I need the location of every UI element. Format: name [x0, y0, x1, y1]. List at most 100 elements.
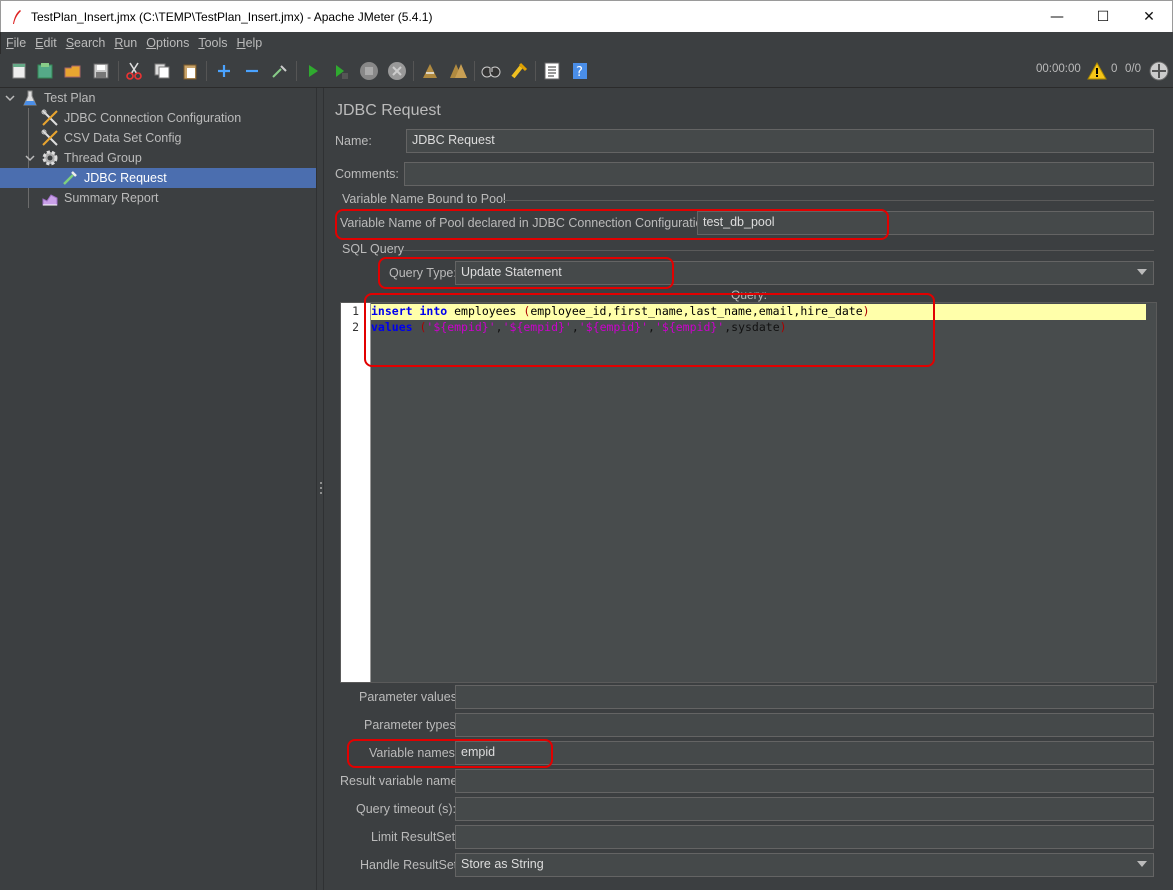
- tree-item-jdbc-request[interactable]: JDBC Request: [0, 168, 316, 188]
- parameter-types-field[interactable]: [455, 713, 1154, 737]
- name-label: Name:: [335, 134, 372, 148]
- splitter-grip-icon: [319, 481, 322, 495]
- chevron-down-icon: [1137, 861, 1147, 867]
- elapsed-time: 00:00:00: [1036, 63, 1081, 75]
- menu-run[interactable]: Run: [109, 36, 141, 50]
- tree-item-csv-data-set-config[interactable]: CSV Data Set Config: [0, 128, 316, 148]
- variable-names-label: Variable names:: [369, 746, 459, 760]
- tree-item-summary-report[interactable]: Summary Report: [0, 188, 316, 208]
- tree-item-jdbc-connection-configuration[interactable]: JDBC Connection Configuration: [0, 108, 316, 128]
- jdbc-request-panel: JDBC Request Name: JDBC Request Comments…: [325, 88, 1173, 890]
- query-type-value: Update Statement: [461, 265, 562, 279]
- code-line-2: values ('${empid}','${empid}','${empid}'…: [371, 320, 787, 334]
- query-type-label: Query Type:: [389, 266, 457, 280]
- tree-item-label: JDBC Connection Configuration: [64, 111, 242, 125]
- split-pane-divider[interactable]: [316, 88, 324, 890]
- collapse-all-icon[interactable]: [240, 59, 264, 83]
- start-no-pauses-icon[interactable]: [329, 59, 353, 83]
- name-field[interactable]: JDBC Request: [406, 129, 1154, 153]
- menu-search[interactable]: Search: [61, 36, 110, 50]
- window-title-bar: TestPlan_Insert.jmx (C:\TEMP\TestPlan_In…: [0, 0, 1173, 32]
- expand-all-icon[interactable]: [212, 59, 236, 83]
- chevron-down-icon: [1137, 269, 1147, 275]
- variable-names-field[interactable]: empid: [455, 741, 1154, 765]
- toggle-icon[interactable]: [268, 59, 292, 83]
- start-icon[interactable]: [301, 59, 325, 83]
- tree-item-label: CSV Data Set Config: [64, 131, 182, 145]
- chevron-down-icon[interactable]: [24, 152, 36, 164]
- wrench-icon: [41, 109, 59, 127]
- error-count: 0: [1111, 63, 1118, 75]
- handle-resultset-value: Store as String: [461, 857, 544, 871]
- search-icon[interactable]: [479, 59, 503, 83]
- sql-query-group-title: SQL Query: [342, 242, 405, 256]
- help-icon[interactable]: ?: [568, 59, 592, 83]
- maximize-button[interactable]: ☐: [1080, 1, 1126, 32]
- remote-status-icon[interactable]: [1147, 59, 1171, 83]
- flask-icon: [21, 89, 39, 107]
- jmeter-feather-icon: [9, 9, 25, 25]
- query-label: Query:: [731, 288, 768, 302]
- clear-all-icon[interactable]: [446, 59, 470, 83]
- window-title: TestPlan_Insert.jmx (C:\TEMP\TestPlan_In…: [31, 9, 433, 24]
- menu-bar: File Edit Search Run Options Tools Help: [0, 32, 1173, 54]
- query-timeout-label: Query timeout (s):: [356, 802, 457, 816]
- shutdown-icon[interactable]: [385, 59, 409, 83]
- tree-item-label: Test Plan: [44, 91, 96, 105]
- pool-group-title: Variable Name Bound to Pool: [342, 192, 506, 206]
- tree-item-thread-group[interactable]: Thread Group: [0, 148, 316, 168]
- query-timeout-field[interactable]: [455, 797, 1154, 821]
- svg-text:?: ?: [576, 65, 583, 80]
- pipette-icon: [61, 169, 79, 187]
- stop-icon[interactable]: [357, 59, 381, 83]
- comments-field[interactable]: [404, 162, 1154, 186]
- reset-search-icon[interactable]: [507, 59, 531, 83]
- result-variable-name-field[interactable]: [455, 769, 1154, 793]
- limit-resultset-field[interactable]: [455, 825, 1154, 849]
- menu-options[interactable]: Options: [141, 36, 193, 50]
- menu-tools[interactable]: Tools: [193, 36, 231, 50]
- chevron-down-icon[interactable]: [4, 92, 16, 104]
- result-variable-name-label: Result variable name:: [340, 774, 461, 788]
- page-title: JDBC Request: [335, 102, 441, 119]
- open-icon[interactable]: [61, 59, 85, 83]
- handle-resultset-label: Handle ResultSet:: [360, 858, 461, 872]
- close-button[interactable]: ✕: [1126, 1, 1172, 32]
- parameter-types-label: Parameter types:: [364, 718, 460, 732]
- pool-variable-field[interactable]: test_db_pool: [697, 211, 1154, 235]
- warning-icon[interactable]: [1085, 59, 1109, 83]
- new-icon[interactable]: [7, 59, 31, 83]
- line-number-gutter: 1 2: [341, 303, 371, 682]
- sql-query-editor[interactable]: 1 2 insert into employees (employee_id,f…: [340, 302, 1157, 683]
- tree-item-test-plan[interactable]: Test Plan: [0, 88, 316, 108]
- toolbar: ? 00:00:00 0 0/0: [0, 54, 1173, 88]
- active-threads: 0/0: [1125, 63, 1141, 75]
- menu-help[interactable]: Help: [232, 36, 267, 50]
- paste-icon[interactable]: [178, 59, 202, 83]
- tree-item-label: JDBC Request: [84, 171, 167, 185]
- pool-variable-label: Variable Name of Pool declared in JDBC C…: [340, 216, 713, 230]
- gear-icon: [41, 149, 59, 167]
- function-helper-icon[interactable]: [540, 59, 564, 83]
- menu-file[interactable]: File: [1, 36, 30, 50]
- chart-icon: [41, 189, 59, 207]
- test-plan-tree: Test Plan JDBC Connection Configuration …: [0, 88, 316, 890]
- line-number: 1: [352, 304, 359, 318]
- parameter-values-label: Parameter values:: [359, 690, 461, 704]
- clear-icon[interactable]: [418, 59, 442, 83]
- tree-item-label: Summary Report: [64, 191, 159, 205]
- save-icon[interactable]: [89, 59, 113, 83]
- tree-item-label: Thread Group: [64, 151, 142, 165]
- templates-icon[interactable]: [33, 59, 57, 83]
- menu-edit[interactable]: Edit: [30, 36, 61, 50]
- cut-icon[interactable]: [122, 59, 146, 83]
- wrench-icon: [41, 129, 59, 147]
- parameter-values-field[interactable]: [455, 685, 1154, 709]
- minimize-button[interactable]: —: [1034, 1, 1080, 32]
- code-line-1: insert into employees (employee_id,first…: [371, 304, 1148, 320]
- copy-icon[interactable]: [150, 59, 174, 83]
- query-type-select[interactable]: Update Statement: [455, 261, 1154, 285]
- editor-scrollbar[interactable]: [1146, 303, 1156, 682]
- comments-label: Comments:: [335, 167, 399, 181]
- handle-resultset-select[interactable]: Store as String: [455, 853, 1154, 877]
